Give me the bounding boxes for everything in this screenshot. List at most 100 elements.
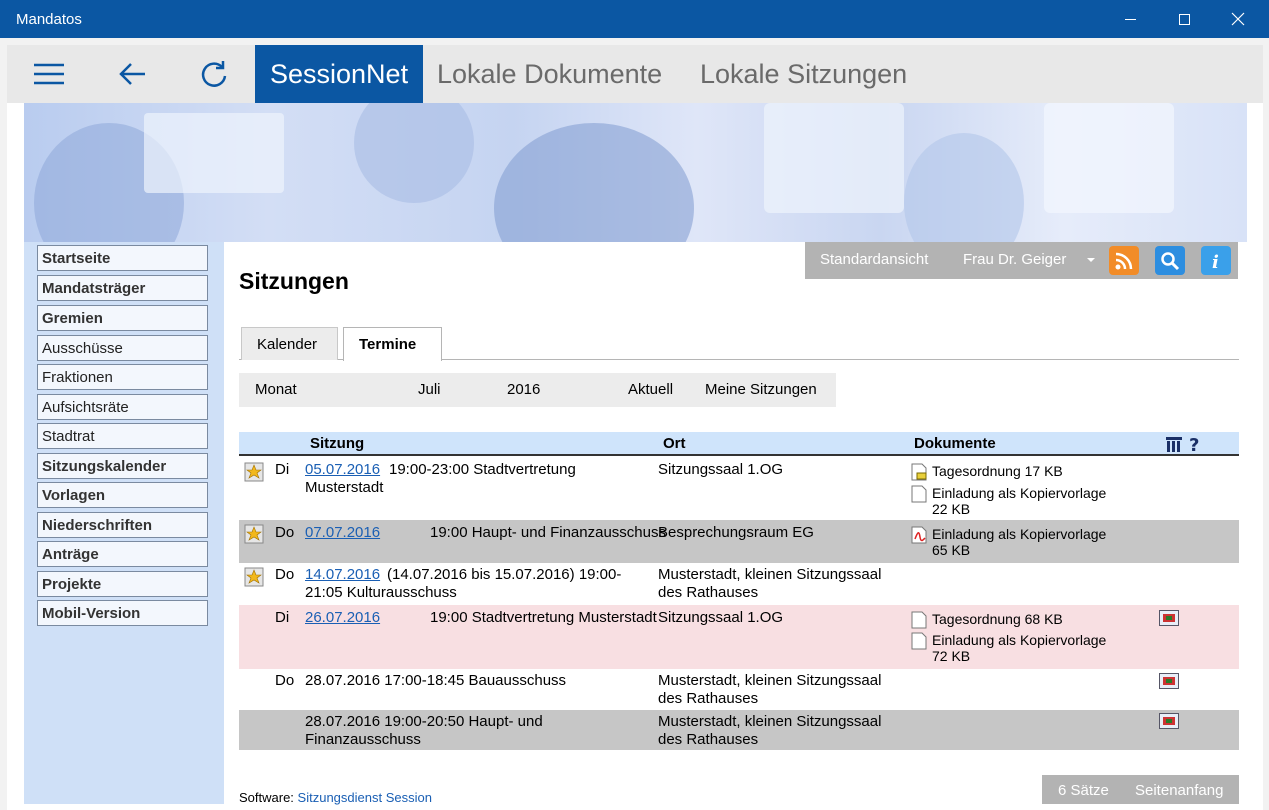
session-date-link[interactable]: 26.07.2016 (305, 609, 380, 627)
action-bar: Standardansicht Frau Dr. Geiger i (805, 242, 1238, 279)
month-select[interactable]: Juli (418, 381, 441, 398)
session-location: Musterstadt, kleinen Sitzungssaal (658, 713, 882, 730)
session-title: (14.07.2016 bis 15.07.2016) 19:00- (387, 566, 622, 583)
sidebar: Startseite Mandatsträger Gremien Ausschü… (24, 242, 224, 804)
row-day: Do (275, 524, 295, 541)
back-arrow-icon (119, 63, 145, 85)
software-credit: Software: Sitzungsdienst Session (239, 790, 432, 805)
sidebar-item-stadtrat[interactable]: Stadtrat (37, 423, 208, 449)
minimize-icon (1124, 18, 1136, 20)
document-label: Einladung als Kopiervorlage (932, 485, 1107, 501)
current-button[interactable]: Aktuell (628, 381, 673, 398)
header-ort: Ort (663, 435, 686, 452)
refresh-button[interactable] (173, 45, 255, 103)
column-settings-icon[interactable] (1165, 435, 1183, 453)
header-banner-image (24, 103, 1247, 242)
sidebar-item-mandatstraeger[interactable]: Mandatsträger (37, 275, 208, 301)
session-location-cont: des Rathauses (658, 584, 759, 601)
document-label: Einladung als Kopiervorlage (932, 526, 1107, 542)
sidebar-item-niederschriften[interactable]: Niederschriften (37, 512, 208, 538)
title-bar: Mandatos (0, 0, 1269, 38)
left-margin (7, 103, 24, 810)
window-frame-top (7, 38, 1263, 45)
tab-lokale-dokumente[interactable]: Lokale Dokumente (422, 45, 677, 103)
session-location: Musterstadt, kleinen Sitzungssaal (658, 672, 882, 689)
menu-button[interactable] (7, 45, 91, 103)
window-title: Mandatos (16, 11, 82, 28)
sidebar-item-fraktionen[interactable]: Fraktionen (37, 364, 208, 390)
rss-icon (1115, 252, 1133, 269)
tab-sessionnet[interactable]: SessionNet (255, 45, 424, 103)
session-date-link[interactable]: 14.07.2016 (305, 566, 380, 584)
sidebar-item-aufsichtsraete[interactable]: Aufsichtsräte (37, 394, 208, 420)
document-size: 72 KB (932, 648, 971, 664)
chevron-down-icon[interactable] (1087, 258, 1095, 262)
session-location: Sitzungssaal 1.OG (658, 461, 784, 478)
session-location: Sitzungssaal 1.OG (658, 609, 784, 626)
header-sitzung: Sitzung (310, 435, 365, 452)
maximize-button[interactable] (1158, 0, 1210, 38)
svg-text:?: ? (1189, 435, 1199, 454)
sidebar-item-antraege[interactable]: Anträge (37, 541, 208, 567)
session-title-cont: Finanzausschuss (305, 731, 421, 748)
minimize-button[interactable] (1104, 0, 1156, 38)
help-icon[interactable]: ? (1187, 434, 1203, 454)
window-frame-left (0, 38, 7, 810)
search-button[interactable] (1155, 246, 1185, 275)
document-size: 65 KB (932, 542, 971, 558)
document-size: 22 KB (932, 501, 971, 517)
standard-view-link[interactable]: Standardansicht (820, 251, 928, 268)
table-row: Do 14.07.2016 (14.07.2016 bis 15.07.2016… (239, 563, 1239, 605)
calendar-export-icon[interactable] (1159, 673, 1179, 689)
favorite-star-icon[interactable] (244, 462, 264, 482)
session-location: Besprechungsraum EG (658, 524, 814, 541)
sidebar-item-mobil-version[interactable]: Mobil-Version (37, 600, 208, 626)
my-sessions-button[interactable]: Meine Sitzungen (705, 381, 817, 398)
session-date-link[interactable]: 05.07.2016 (305, 461, 380, 479)
sidebar-item-projekte[interactable]: Projekte (37, 571, 208, 597)
row-day: Di (275, 609, 290, 626)
sidebar-item-ausschuesse[interactable]: Ausschüsse (37, 335, 208, 361)
rss-button[interactable] (1109, 246, 1139, 275)
info-icon: i (1212, 252, 1219, 271)
calendar-export-icon[interactable] (1159, 713, 1179, 729)
back-to-top-link[interactable]: Seitenanfang (1135, 782, 1223, 799)
document-label: Einladung als Kopiervorlage (932, 632, 1107, 648)
document-label: Tagesordnung 17 KB (932, 463, 1063, 479)
pdf-icon (911, 526, 927, 544)
table-row: Do 07.07.2016 19:00 Haupt- und Finanzaus… (239, 520, 1239, 563)
calendar-export-icon[interactable] (1159, 610, 1179, 626)
favorite-star-icon[interactable] (244, 524, 264, 544)
session-title: 19:00-23:00 Stadtvertretung (389, 461, 576, 478)
row-day: Do (275, 566, 295, 583)
session-title: 19:00 Haupt- und Finanzausschuss (430, 524, 666, 541)
back-button[interactable] (91, 45, 173, 103)
favorite-star-icon[interactable] (244, 567, 264, 587)
close-button[interactable] (1212, 0, 1264, 38)
session-location: Musterstadt, kleinen Sitzungssaal (658, 566, 882, 583)
session-title-cont: Musterstadt (305, 479, 384, 496)
footer-bar: 6 Sätze Seitenanfang (1042, 775, 1239, 804)
row-day: Do (275, 672, 295, 689)
record-count: 6 Sätze (1058, 782, 1109, 799)
page-title: Sitzungen (239, 268, 349, 294)
svg-text:i: i (1212, 252, 1219, 271)
tab-kalender[interactable]: Kalender (241, 327, 338, 360)
table-row: 28.07.2016 19:00-20:50 Haupt- und Finanz… (239, 710, 1239, 750)
session-date-link[interactable]: 07.07.2016 (305, 524, 380, 542)
year-select[interactable]: 2016 (507, 381, 540, 398)
tab-lokale-sitzungen[interactable]: Lokale Sitzungen (685, 45, 922, 103)
info-button[interactable]: i (1201, 246, 1231, 275)
session-title: 28.07.2016 19:00-20:50 Haupt- und (305, 713, 543, 730)
user-menu[interactable]: Frau Dr. Geiger (963, 251, 1066, 268)
document-icon (911, 485, 927, 503)
sidebar-item-sitzungskalender[interactable]: Sitzungskalender (37, 453, 208, 479)
sidebar-item-startseite[interactable]: Startseite (37, 245, 208, 271)
tab-termine[interactable]: Termine (343, 327, 442, 361)
sidebar-item-vorlagen[interactable]: Vorlagen (37, 482, 208, 508)
app-toolbar: SessionNet Lokale Dokumente Lokale Sitzu… (7, 45, 1263, 103)
sidebar-item-gremien[interactable]: Gremien (37, 305, 208, 331)
document-icon (911, 632, 927, 650)
software-link[interactable]: Sitzungsdienst Session (298, 790, 432, 805)
table-header: Sitzung Ort Dokumente ? (239, 432, 1239, 456)
